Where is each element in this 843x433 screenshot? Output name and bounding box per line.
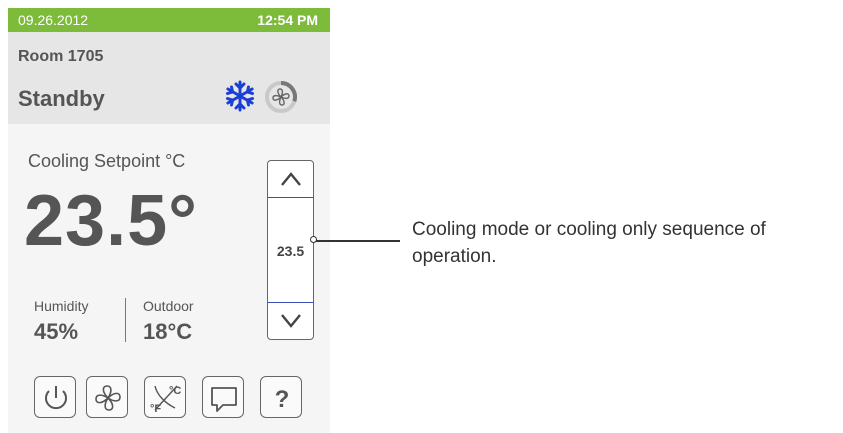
setpoint-value: 23.5° bbox=[24, 181, 198, 261]
snowflake-icon bbox=[226, 80, 254, 112]
units-toggle-icon: °C °F bbox=[150, 385, 181, 415]
power-button[interactable] bbox=[34, 376, 76, 418]
status-time: 12:54 PM bbox=[257, 12, 318, 28]
units-toggle-button[interactable]: °C °F bbox=[144, 376, 186, 418]
setpoint-up-button[interactable] bbox=[268, 161, 313, 198]
system-mode: Standby bbox=[18, 86, 105, 111]
celsius-label: °C bbox=[169, 385, 181, 397]
thermostat-screen: 09.26.2012 12:54 PM Room 1705 Standby Co… bbox=[8, 8, 330, 433]
status-date: 09.26.2012 bbox=[18, 12, 89, 28]
chevron-up-icon bbox=[281, 172, 301, 186]
help-icon: ? bbox=[275, 386, 290, 413]
room-name: Room 1705 bbox=[18, 48, 104, 65]
callout-line bbox=[316, 240, 400, 242]
setpoint-label: Cooling Setpoint °C bbox=[28, 151, 186, 171]
chevron-down-icon bbox=[281, 314, 301, 328]
help-label: ? bbox=[275, 386, 290, 413]
setpoint-stepper[interactable]: 23.5 bbox=[267, 160, 314, 340]
stepper-value: 23.5 bbox=[276, 243, 305, 259]
readings-divider bbox=[125, 298, 126, 342]
callout-text: Cooling mode or cooling only sequence of… bbox=[412, 219, 766, 267]
outdoor-value: 18°C bbox=[143, 319, 193, 344]
fahrenheit-label: °F bbox=[150, 403, 161, 415]
humidity-label: Humidity bbox=[34, 298, 89, 314]
setpoint-down-button[interactable] bbox=[268, 302, 313, 339]
status-bar: 09.26.2012 12:54 PM bbox=[8, 8, 330, 32]
fan-icon bbox=[95, 385, 121, 411]
room-header: Room 1705 Standby bbox=[8, 32, 330, 124]
message-button[interactable] bbox=[202, 376, 244, 418]
message-icon bbox=[211, 387, 237, 412]
fan-status-icon bbox=[265, 81, 297, 113]
humidity-value: 45% bbox=[34, 319, 79, 344]
fan-button[interactable] bbox=[86, 376, 128, 418]
help-button[interactable]: ? bbox=[260, 376, 302, 418]
outdoor-label: Outdoor bbox=[143, 298, 194, 314]
power-icon bbox=[45, 386, 67, 410]
